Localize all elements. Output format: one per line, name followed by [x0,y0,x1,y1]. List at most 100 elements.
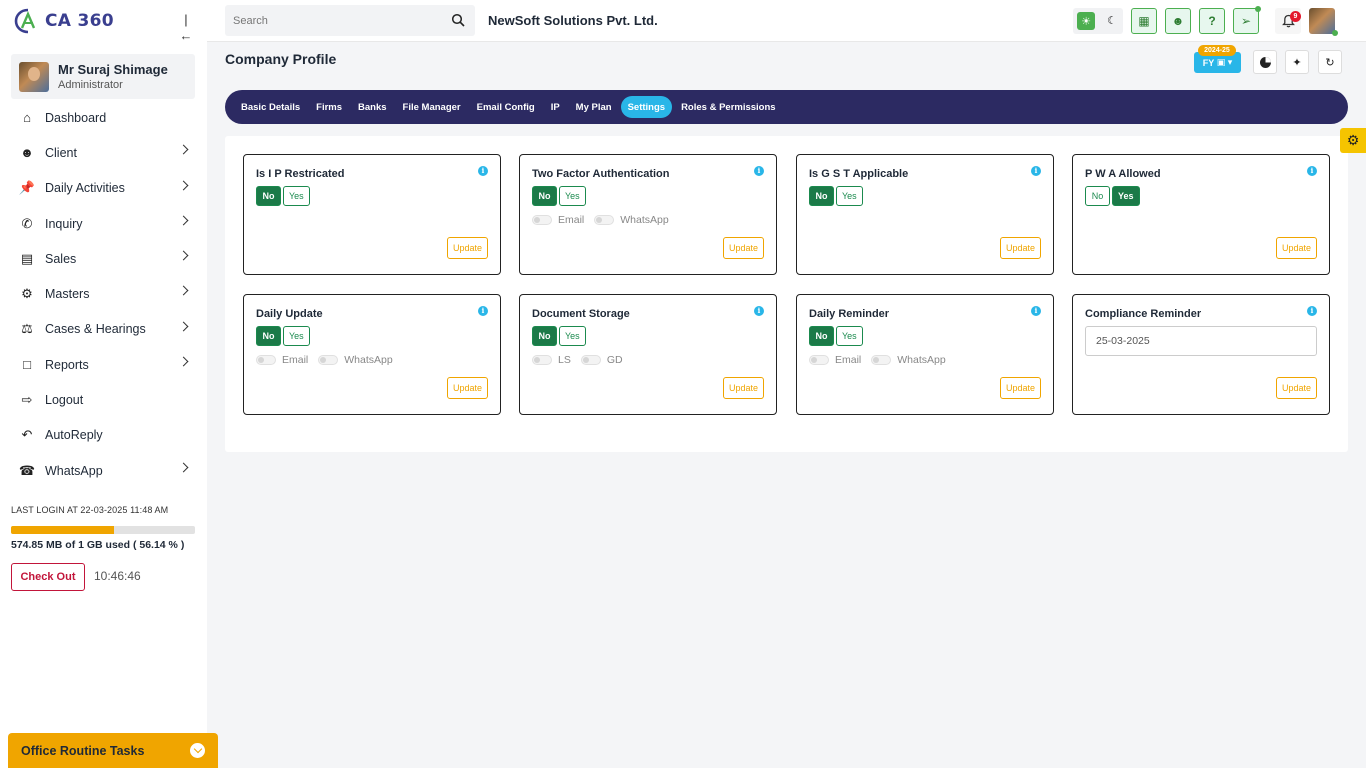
sidebar-item-whatsapp[interactable]: ☎ WhatsApp [0,453,207,488]
tab-banks[interactable]: Banks [351,96,394,118]
search-icon[interactable] [451,13,465,27]
yes-button[interactable]: Yes [836,186,863,206]
compliance-reminder-date-input[interactable] [1085,326,1317,356]
tab-basic-details[interactable]: Basic Details [234,96,307,118]
info-icon[interactable]: i [1307,166,1317,176]
users-icon: ☻ [20,145,34,161]
info-icon[interactable]: i [754,306,764,316]
no-button[interactable]: No [809,326,834,346]
update-button[interactable]: Update [1275,237,1317,259]
no-button[interactable]: No [1085,186,1110,206]
storage-progress-bar [11,526,195,534]
money-icon: ▤ [20,250,34,266]
yes-button[interactable]: Yes [283,186,310,206]
yes-button[interactable]: Yes [1112,186,1140,206]
gd-switch[interactable] [580,355,601,365]
yes-button[interactable]: Yes [283,326,310,346]
ls-switch[interactable] [532,355,552,365]
yes-button[interactable]: Yes [559,326,586,346]
info-icon[interactable]: i [478,306,488,316]
info-icon[interactable]: i [1031,166,1041,176]
theme-toggle[interactable]: ☀ ☾ [1073,8,1123,34]
qr-code-button[interactable]: ▦ [1131,8,1157,34]
pin-icon: 📌 [18,180,36,196]
no-button[interactable]: No [256,326,281,346]
yes-no-toggle: No Yes [256,186,312,206]
sun-icon[interactable]: ☀ [1077,12,1095,30]
update-button[interactable]: Update [446,377,488,399]
tab-roles-permissions[interactable]: Roles & Permissions [674,96,783,118]
sidebar-item-cases-hearings[interactable]: ⚖ Cases & Hearings [0,312,207,347]
profile-tabs: Basic Details Firms Banks File Manager Email… [225,90,1348,124]
sidebar-item-autoreply[interactable]: ↶ AutoReply [0,418,207,453]
sidebar-item-logout[interactable]: ⇨ Logout [0,382,207,417]
collapse-sidebar-icon[interactable]: |← [178,12,194,43]
update-button[interactable]: Update [446,237,488,259]
info-icon[interactable]: i [1031,306,1041,316]
no-button[interactable]: No [256,186,281,206]
sidebar-item-client[interactable]: ☻ Client [0,135,207,170]
sidebar-item-sales[interactable]: ▤ Sales [0,241,207,276]
switch-label: WhatsApp [344,354,393,366]
chevron-right-icon [178,180,189,191]
no-button[interactable]: No [809,186,834,206]
tab-settings[interactable]: Settings [620,96,673,118]
notifications-button[interactable]: 9 [1275,8,1301,34]
storage-usage-text: 574.85 MB of 1 GB used ( 56.14 % ) [11,539,185,551]
info-icon[interactable]: i [478,166,488,176]
storage-progress-fill [11,526,115,534]
update-button[interactable]: Update [1275,377,1317,399]
email-switch[interactable] [532,215,552,225]
sidebar-item-label: Client [45,145,77,160]
sidebar-item-masters[interactable]: ⚙ Masters [0,276,207,311]
no-button[interactable]: No [532,326,557,346]
info-icon[interactable]: i [754,166,764,176]
update-button[interactable]: Update [999,377,1041,399]
help-button[interactable]: ? [1199,8,1225,34]
team-button[interactable]: ☻ [1165,8,1191,34]
yes-no-toggle: No Yes [809,186,865,206]
moon-icon[interactable]: ☾ [1105,14,1119,28]
info-icon[interactable]: i [1307,306,1317,316]
office-routine-tasks-bar[interactable]: Office Routine Tasks [8,733,218,768]
announcement-button[interactable]: ➢ [1233,6,1261,34]
update-button[interactable]: Update [722,377,764,399]
tab-firms[interactable]: Firms [309,96,349,118]
sidebar-item-inquiry[interactable]: ✆ Inquiry [0,206,207,241]
pie-chart-button[interactable] [1253,50,1277,74]
whatsapp-switch[interactable] [318,355,339,365]
setting-card-daily-reminder: Daily Reminder i No Yes Email WhatsApp Update [796,294,1054,415]
yes-no-toggle: No Yes [809,326,865,346]
sidebar-item-dashboard[interactable]: ⌂ Dashboard [0,100,207,135]
check-out-button[interactable]: Check Out [11,563,85,591]
email-switch[interactable] [809,355,829,365]
user-card[interactable]: Mr Suraj Shimage Administrator [11,54,195,99]
chevron-down-icon[interactable] [190,743,205,758]
tab-ip[interactable]: IP [544,96,567,118]
app-logo[interactable]: CA 360 [14,8,114,34]
pin-button[interactable]: ✦ [1285,50,1309,74]
settings-gear-icon[interactable]: ⚙ [1340,128,1366,153]
refresh-button[interactable]: ↻ [1318,50,1342,74]
sidebar-item-daily-activities[interactable]: 📌 Daily Activities [0,171,207,206]
tab-my-plan[interactable]: My Plan [569,96,619,118]
sidebar-item-reports[interactable]: □ Reports [0,347,207,382]
company-name: NewSoft Solutions Pvt. Ltd. [488,13,658,28]
email-switch[interactable] [256,355,276,365]
whatsapp-switch[interactable] [871,355,892,365]
switch-label: LS [558,354,571,366]
update-button[interactable]: Update [722,237,764,259]
header-user-avatar[interactable] [1309,8,1338,36]
setting-card-is-g-s-t-applicable: Is G S T Applicable i No Yes Update [796,154,1054,275]
setting-card-is-i-p-restricated: Is I P Restricated i No Yes Update [243,154,501,275]
whatsapp-switch[interactable] [594,215,615,225]
tab-file-manager[interactable]: File Manager [396,96,468,118]
update-button[interactable]: Update [999,237,1041,259]
yes-button[interactable]: Yes [559,186,586,206]
search-input[interactable] [225,5,435,36]
no-button[interactable]: No [532,186,557,206]
sidebar-item-label: Logout [45,393,84,408]
yes-button[interactable]: Yes [836,326,863,346]
tab-email-config[interactable]: Email Config [470,96,542,118]
refresh-icon: ↻ [1325,56,1335,69]
